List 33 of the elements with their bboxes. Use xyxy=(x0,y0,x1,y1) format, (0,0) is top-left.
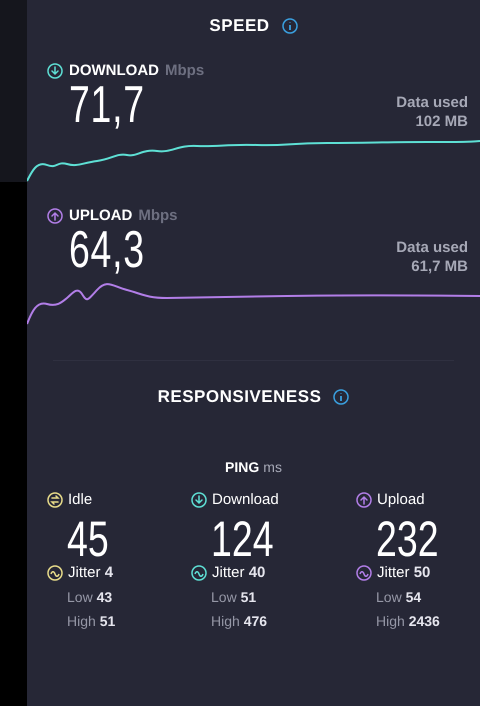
data-used-text: Data used 102 MB xyxy=(396,93,468,131)
test-label: UPLOAD xyxy=(69,207,132,224)
jitter-text: Jitter 40 xyxy=(212,564,266,581)
speed-value: 64,3 xyxy=(69,224,145,276)
ping-value: 232 xyxy=(376,514,440,564)
wave-icon xyxy=(47,564,63,580)
speed-value: 71,7 xyxy=(69,79,145,131)
section-title: RESPONSIVENESS xyxy=(158,387,322,407)
high-text: High 51 xyxy=(67,613,116,629)
ping-label: Idle xyxy=(68,491,92,508)
unit-label: Mbps xyxy=(165,62,204,79)
info-icon[interactable] xyxy=(333,389,350,405)
ping-value: 45 xyxy=(67,514,109,564)
data-used-text: Data used 61,7 MB xyxy=(396,238,468,276)
section-title: SPEED xyxy=(209,16,270,36)
high-text: High 2436 xyxy=(376,613,441,629)
unit-label: Mbps xyxy=(138,207,178,224)
jitter-text: Jitter 4 xyxy=(68,564,114,581)
low-text: Low 43 xyxy=(67,589,114,605)
wave-icon xyxy=(356,564,372,580)
info-icon[interactable] xyxy=(282,18,298,34)
test-label: DOWNLOAD xyxy=(69,62,159,79)
ping-label: PING xyxy=(225,459,260,475)
low-text: Low 51 xyxy=(211,589,258,605)
ping-label: Download xyxy=(212,491,279,508)
jitter-text: Jitter 50 xyxy=(377,564,430,581)
high-text: High 476 xyxy=(211,613,268,629)
unit-label: ms xyxy=(263,459,282,475)
ping-label: Upload xyxy=(377,491,425,508)
ping-value: 124 xyxy=(211,514,275,564)
wave-icon xyxy=(191,564,207,580)
low-text: Low 54 xyxy=(376,589,422,605)
swap-arrows-icon xyxy=(47,492,63,508)
